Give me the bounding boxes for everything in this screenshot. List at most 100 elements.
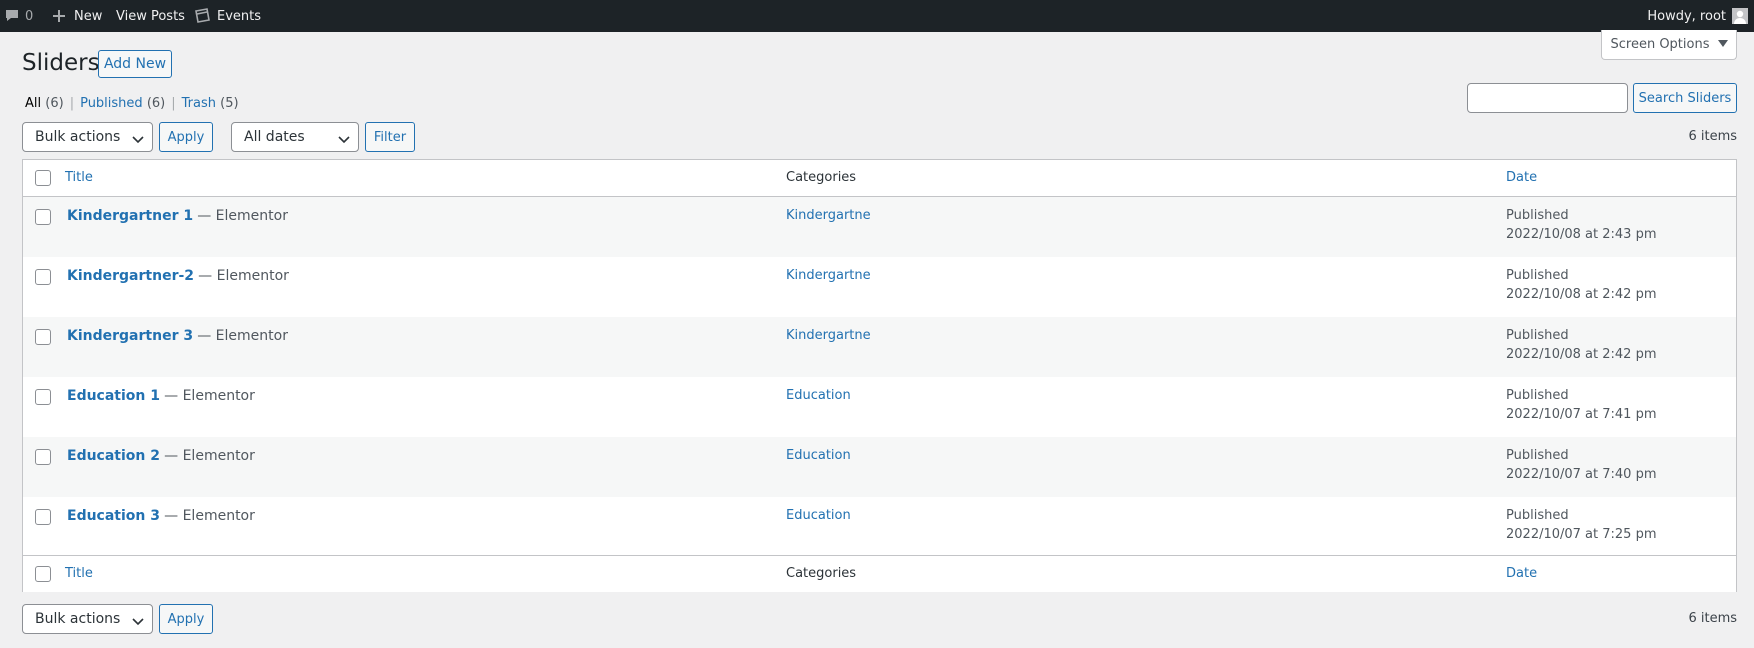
separator: | [69,96,75,111]
screen-options-button[interactable]: Screen Options [1601,30,1737,60]
row-status: Published [1506,328,1569,343]
row-category-link[interactable]: Education [786,448,851,463]
row-title-cell: Kindergartner-2 — Elementor [67,268,289,284]
row-title-link[interactable]: Kindergartner 1 [67,208,193,224]
view-all-count: (6) [45,96,64,111]
events-label: Events [217,8,262,24]
row-state: — Elementor [164,448,255,464]
chevron-down-icon [338,132,350,148]
view-posts-link[interactable]: View Posts [116,0,185,32]
row-title-cell: Kindergartner 1 — Elementor [67,208,288,224]
bulk-actions-select-top[interactable]: Bulk actions [22,122,153,152]
apply-button-top[interactable]: Apply [159,122,213,152]
row-state: — Elementor [197,208,288,224]
select-all-checkbox-footer[interactable] [35,566,51,582]
row-checkbox[interactable] [35,329,51,345]
comments-count: 0 [25,8,34,24]
date-column-sort-footer[interactable]: Date [1506,566,1537,581]
categories-column-header: Categories [786,170,857,185]
row-title-cell: Education 3 — Elementor [67,508,255,524]
row-title-link[interactable]: Education 2 [67,448,160,464]
new-label: New [74,8,103,24]
select-all-checkbox[interactable] [35,170,51,186]
view-posts-label: View Posts [116,8,185,24]
row-date: 2022/10/08 at 2:43 pm [1506,227,1657,242]
chevron-down-icon [132,614,144,630]
screen-options-label: Screen Options [1610,37,1710,52]
row-title-link[interactable]: Kindergartner 3 [67,328,193,344]
table-row: Education 1 — Elementor Education Publis… [23,377,1736,437]
sliders-table: Title Categories Date Kindergartner 1 — … [22,159,1737,592]
row-category-link[interactable]: Kindergartne [786,328,871,343]
chevron-down-icon [132,132,144,148]
table-row: Education 2 — Elementor Education Publis… [23,437,1736,497]
row-category-link[interactable]: Education [786,388,851,403]
table-row: Kindergartner-2 — Elementor Kindergartne… [23,257,1736,317]
row-date: 2022/10/07 at 7:40 pm [1506,467,1657,482]
search-sliders-button[interactable]: Search Sliders [1633,83,1737,113]
row-status: Published [1506,388,1569,403]
bulk-actions-value: Bulk actions [35,129,121,145]
row-category-link[interactable]: Kindergartne [786,208,871,223]
bulk-actions-select-bottom[interactable]: Bulk actions [22,604,153,634]
admin-bar: 0 New View Posts Events Howdy, root [0,0,1754,32]
add-new-button[interactable]: Add New [98,50,172,78]
view-trash-label: Trash [181,96,216,111]
row-checkbox[interactable] [35,269,51,285]
table-row: Kindergartner 1 — Elementor Kindergartne… [23,197,1736,257]
row-date: 2022/10/07 at 7:25 pm [1506,527,1657,542]
separator: | [171,96,176,111]
view-trash-count: (5) [220,96,239,111]
row-status: Published [1506,208,1569,223]
row-status: Published [1506,268,1569,283]
filter-button[interactable]: Filter [365,122,415,152]
row-title-cell: Kindergartner 3 — Elementor [67,328,288,344]
my-account-menu[interactable]: Howdy, root [1647,0,1754,32]
row-state: — Elementor [198,268,289,284]
dates-filter-select[interactable]: All dates [231,122,359,152]
table-row: Education 3 — Elementor Education Publis… [23,497,1736,557]
row-checkbox[interactable] [35,389,51,405]
apply-button-bottom[interactable]: Apply [159,604,213,634]
comments-menu[interactable]: 0 [5,0,33,32]
view-all-label: All [25,96,42,111]
row-title-cell: Education 1 — Elementor [67,388,255,404]
new-content-menu[interactable]: New [52,0,102,32]
row-checkbox[interactable] [35,449,51,465]
row-title-cell: Education 2 — Elementor [67,448,255,464]
page-title: Sliders [22,50,100,76]
view-trash-link[interactable]: Trash (5) [182,96,239,111]
row-date: 2022/10/07 at 7:41 pm [1506,407,1657,422]
row-category-link[interactable]: Education [786,508,851,523]
date-column-sort[interactable]: Date [1506,170,1537,185]
view-all-link[interactable]: All (6) [25,96,64,111]
title-column-sort[interactable]: Title [65,170,93,185]
row-date: 2022/10/08 at 2:42 pm [1506,287,1657,302]
row-category-link[interactable]: Kindergartne [786,268,871,283]
row-state: — Elementor [197,328,288,344]
table-footer: Title Categories Date [23,555,1736,592]
categories-column-footer: Categories [786,566,857,581]
bulk-actions-value: Bulk actions [35,611,121,627]
row-title-link[interactable]: Kindergartner-2 [67,268,194,284]
view-published-label: Published [80,96,143,111]
avatar [1732,8,1748,24]
view-published-count: (6) [146,96,166,111]
row-status: Published [1506,508,1569,523]
calendar-icon [193,7,211,25]
row-title-link[interactable]: Education 3 [67,508,160,524]
events-menu[interactable]: Events [193,0,261,32]
howdy-label: Howdy, root [1647,8,1726,24]
status-views: All (6) | Published (6) | Trash (5) [25,96,239,111]
row-status: Published [1506,448,1569,463]
triangle-down-icon [1717,37,1728,52]
row-checkbox[interactable] [35,209,51,225]
comment-bubble-icon [5,9,19,23]
row-checkbox[interactable] [35,509,51,525]
title-column-sort-footer[interactable]: Title [65,566,93,581]
table-row: Kindergartner 3 — Elementor Kindergartne… [23,317,1736,377]
view-published-link[interactable]: Published (6) [80,96,165,111]
row-state: — Elementor [164,388,255,404]
search-input[interactable] [1467,83,1628,113]
row-title-link[interactable]: Education 1 [67,388,160,404]
